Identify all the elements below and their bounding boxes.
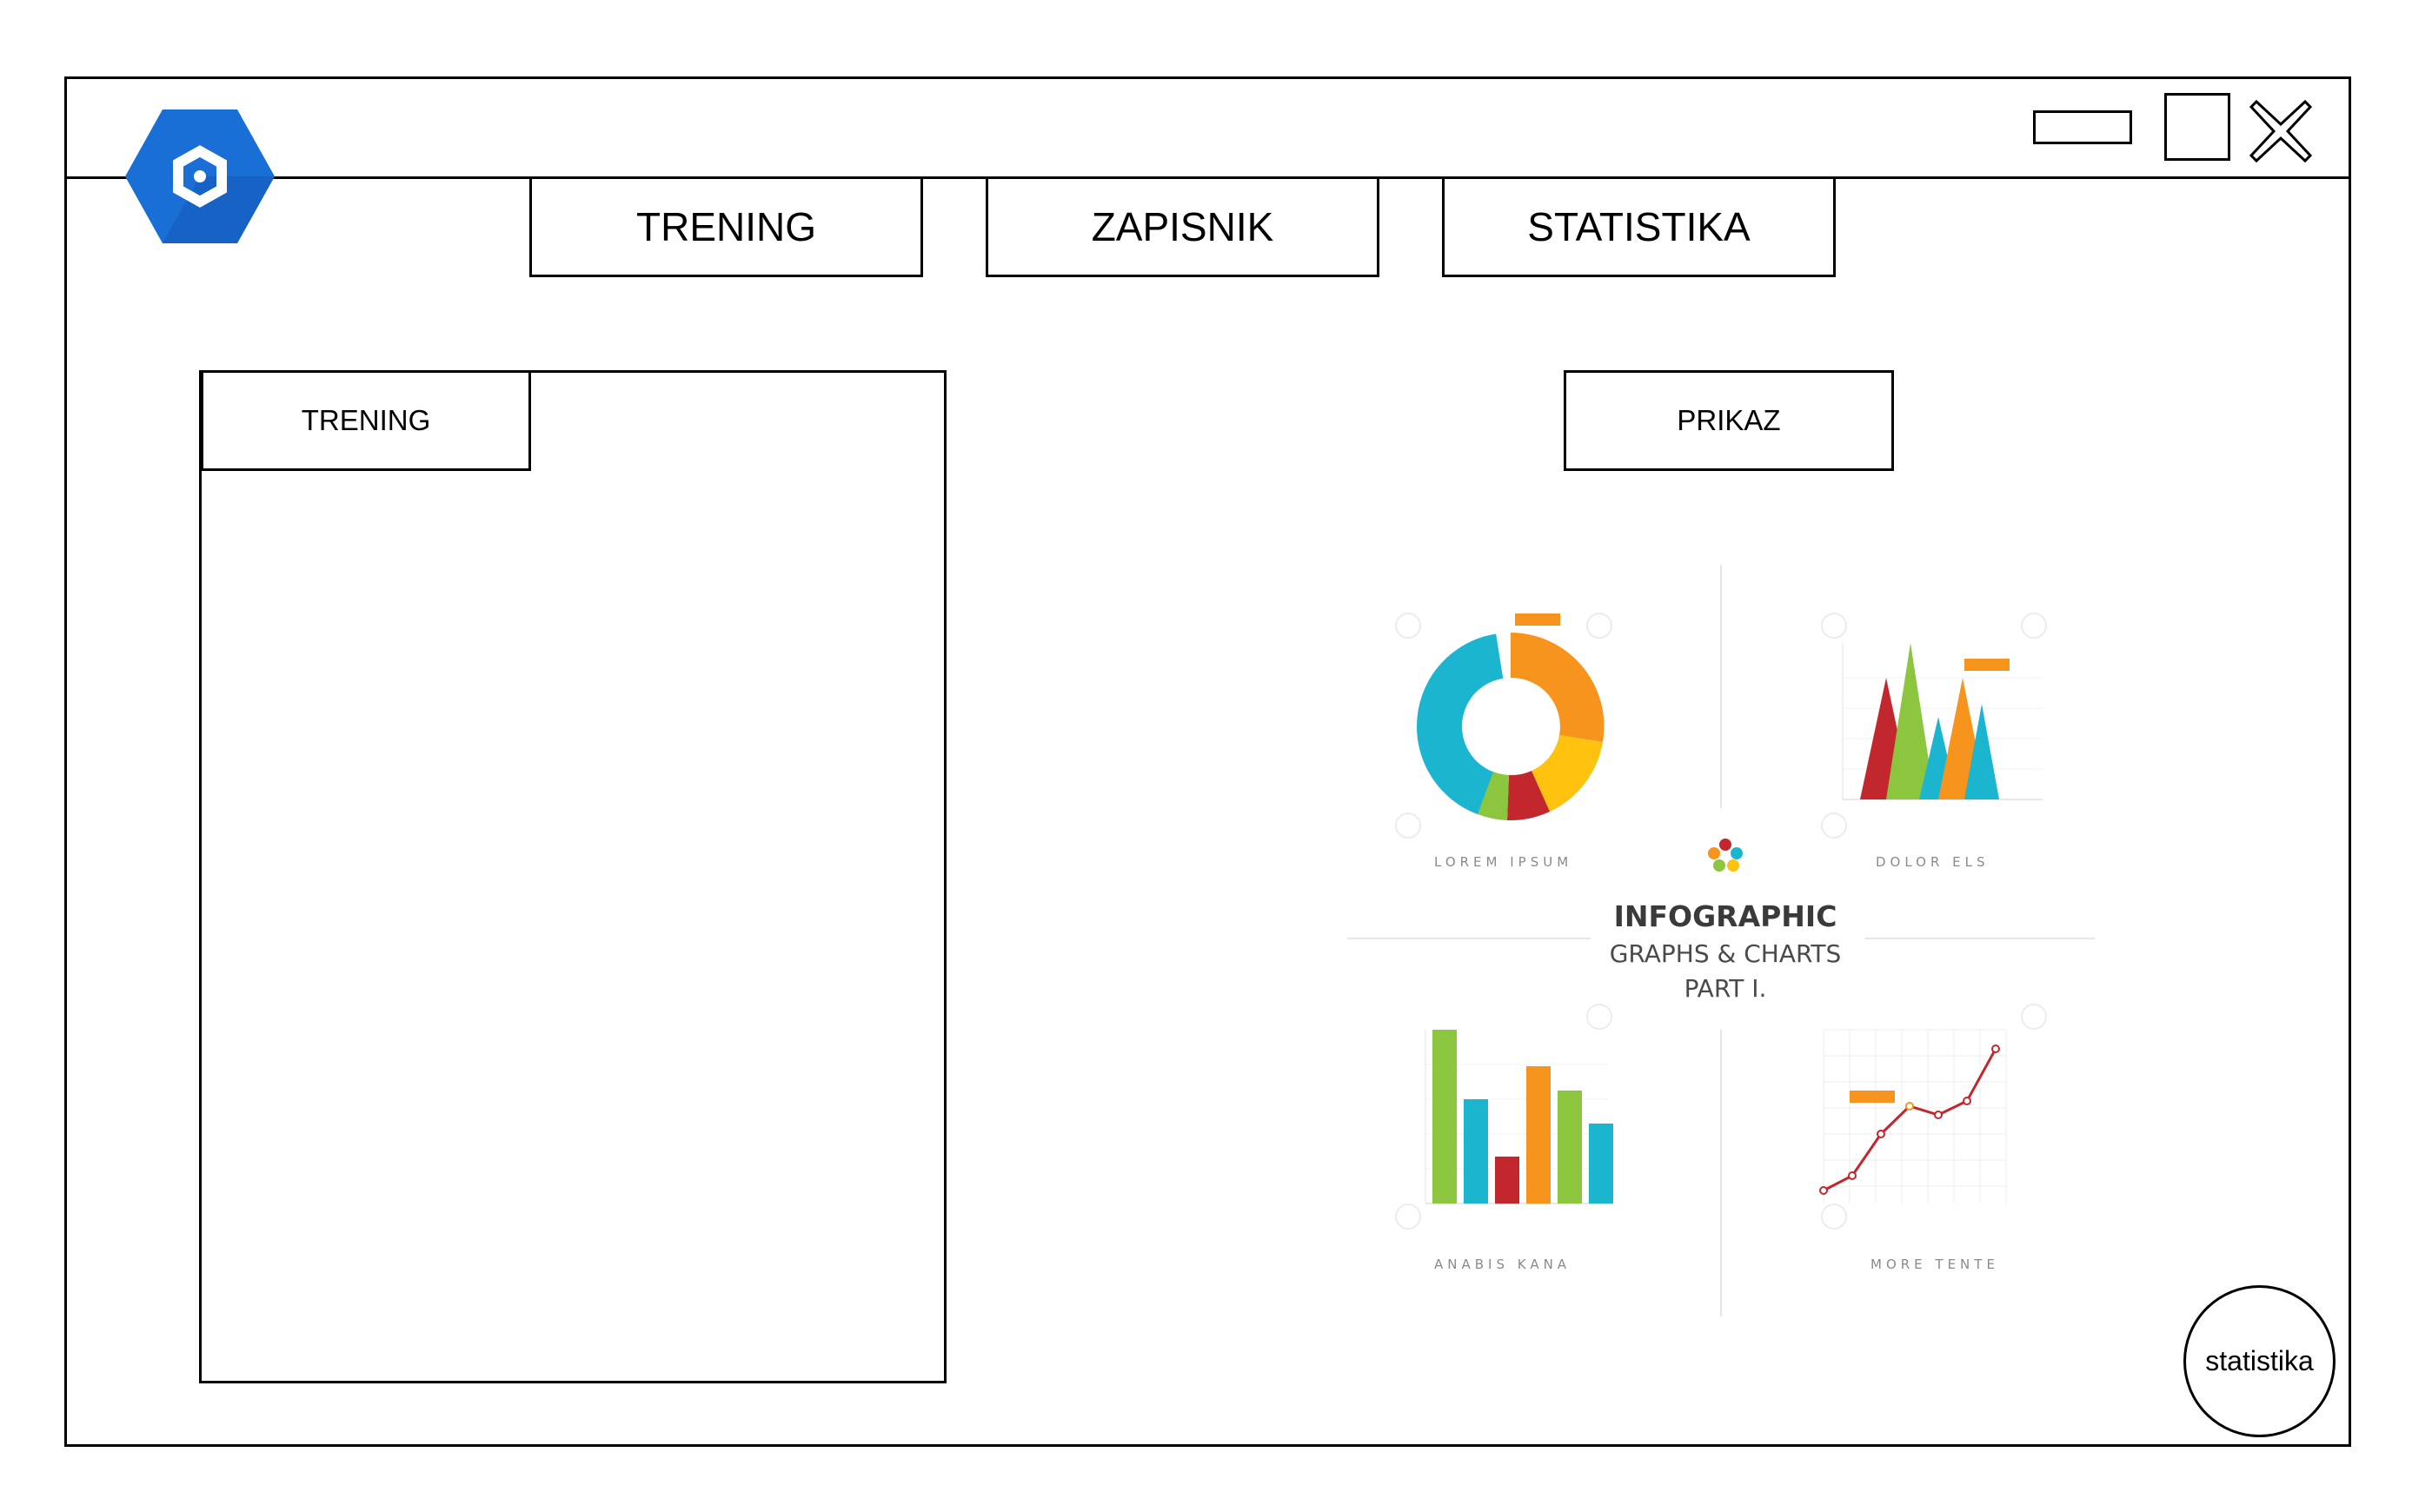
tab-trening-label: TRENING — [636, 204, 816, 249]
tab-statistika[interactable]: STATISTIKA — [1442, 176, 1836, 277]
donut-chart-graphic — [1417, 613, 1605, 821]
maximize-icon[interactable] — [2164, 93, 2230, 161]
prikaz-button[interactable]: PRIKAZ — [1564, 370, 1894, 471]
tab-trening[interactable]: TRENING — [529, 176, 923, 277]
infographic-dots-icon — [1708, 839, 1743, 872]
minimize-icon[interactable] — [2033, 110, 2132, 144]
panel-tab-label: TRENING — [301, 404, 431, 436]
infographic-caption-3: ANABIS KANA — [1434, 1257, 1571, 1272]
trening-content-panel — [199, 370, 947, 1383]
bar-chart-graphic — [1425, 1030, 1613, 1204]
tab-statistika-label: STATISTIKA — [1527, 204, 1751, 249]
tab-zapisnik-label: ZAPISNIK — [1091, 204, 1274, 249]
infographic-part: PART I. — [1684, 974, 1767, 1003]
infographic-caption-4: MORE TENTE — [1870, 1257, 1999, 1272]
hexagon-app-logo-icon — [125, 109, 275, 243]
infographic-caption-1: LOREM IPSUM — [1434, 854, 1572, 870]
infographic-subtitle: GRAPHS & CHARTS — [1610, 939, 1842, 968]
infographic-image: LOREM IPSUM DOLOR ELS INFOGRAPHIC GRAPHS… — [1347, 565, 2095, 1316]
line-chart-graphic — [1819, 1029, 2007, 1204]
statistika-round-button-label: statistika — [2205, 1345, 2314, 1376]
infographic-caption-2: DOLOR ELS — [1876, 854, 1990, 870]
prikaz-button-label: PRIKAZ — [1677, 404, 1781, 436]
triangle-chart-graphic — [1842, 643, 2043, 800]
infographic-title: INFOGRAPHIC — [1614, 899, 1837, 933]
close-icon[interactable] — [2246, 96, 2316, 166]
tab-zapisnik[interactable]: ZAPISNIK — [986, 176, 1379, 277]
statistika-round-button[interactable]: statistika — [2183, 1285, 2336, 1437]
panel-tab-trening[interactable]: TRENING — [201, 370, 531, 471]
